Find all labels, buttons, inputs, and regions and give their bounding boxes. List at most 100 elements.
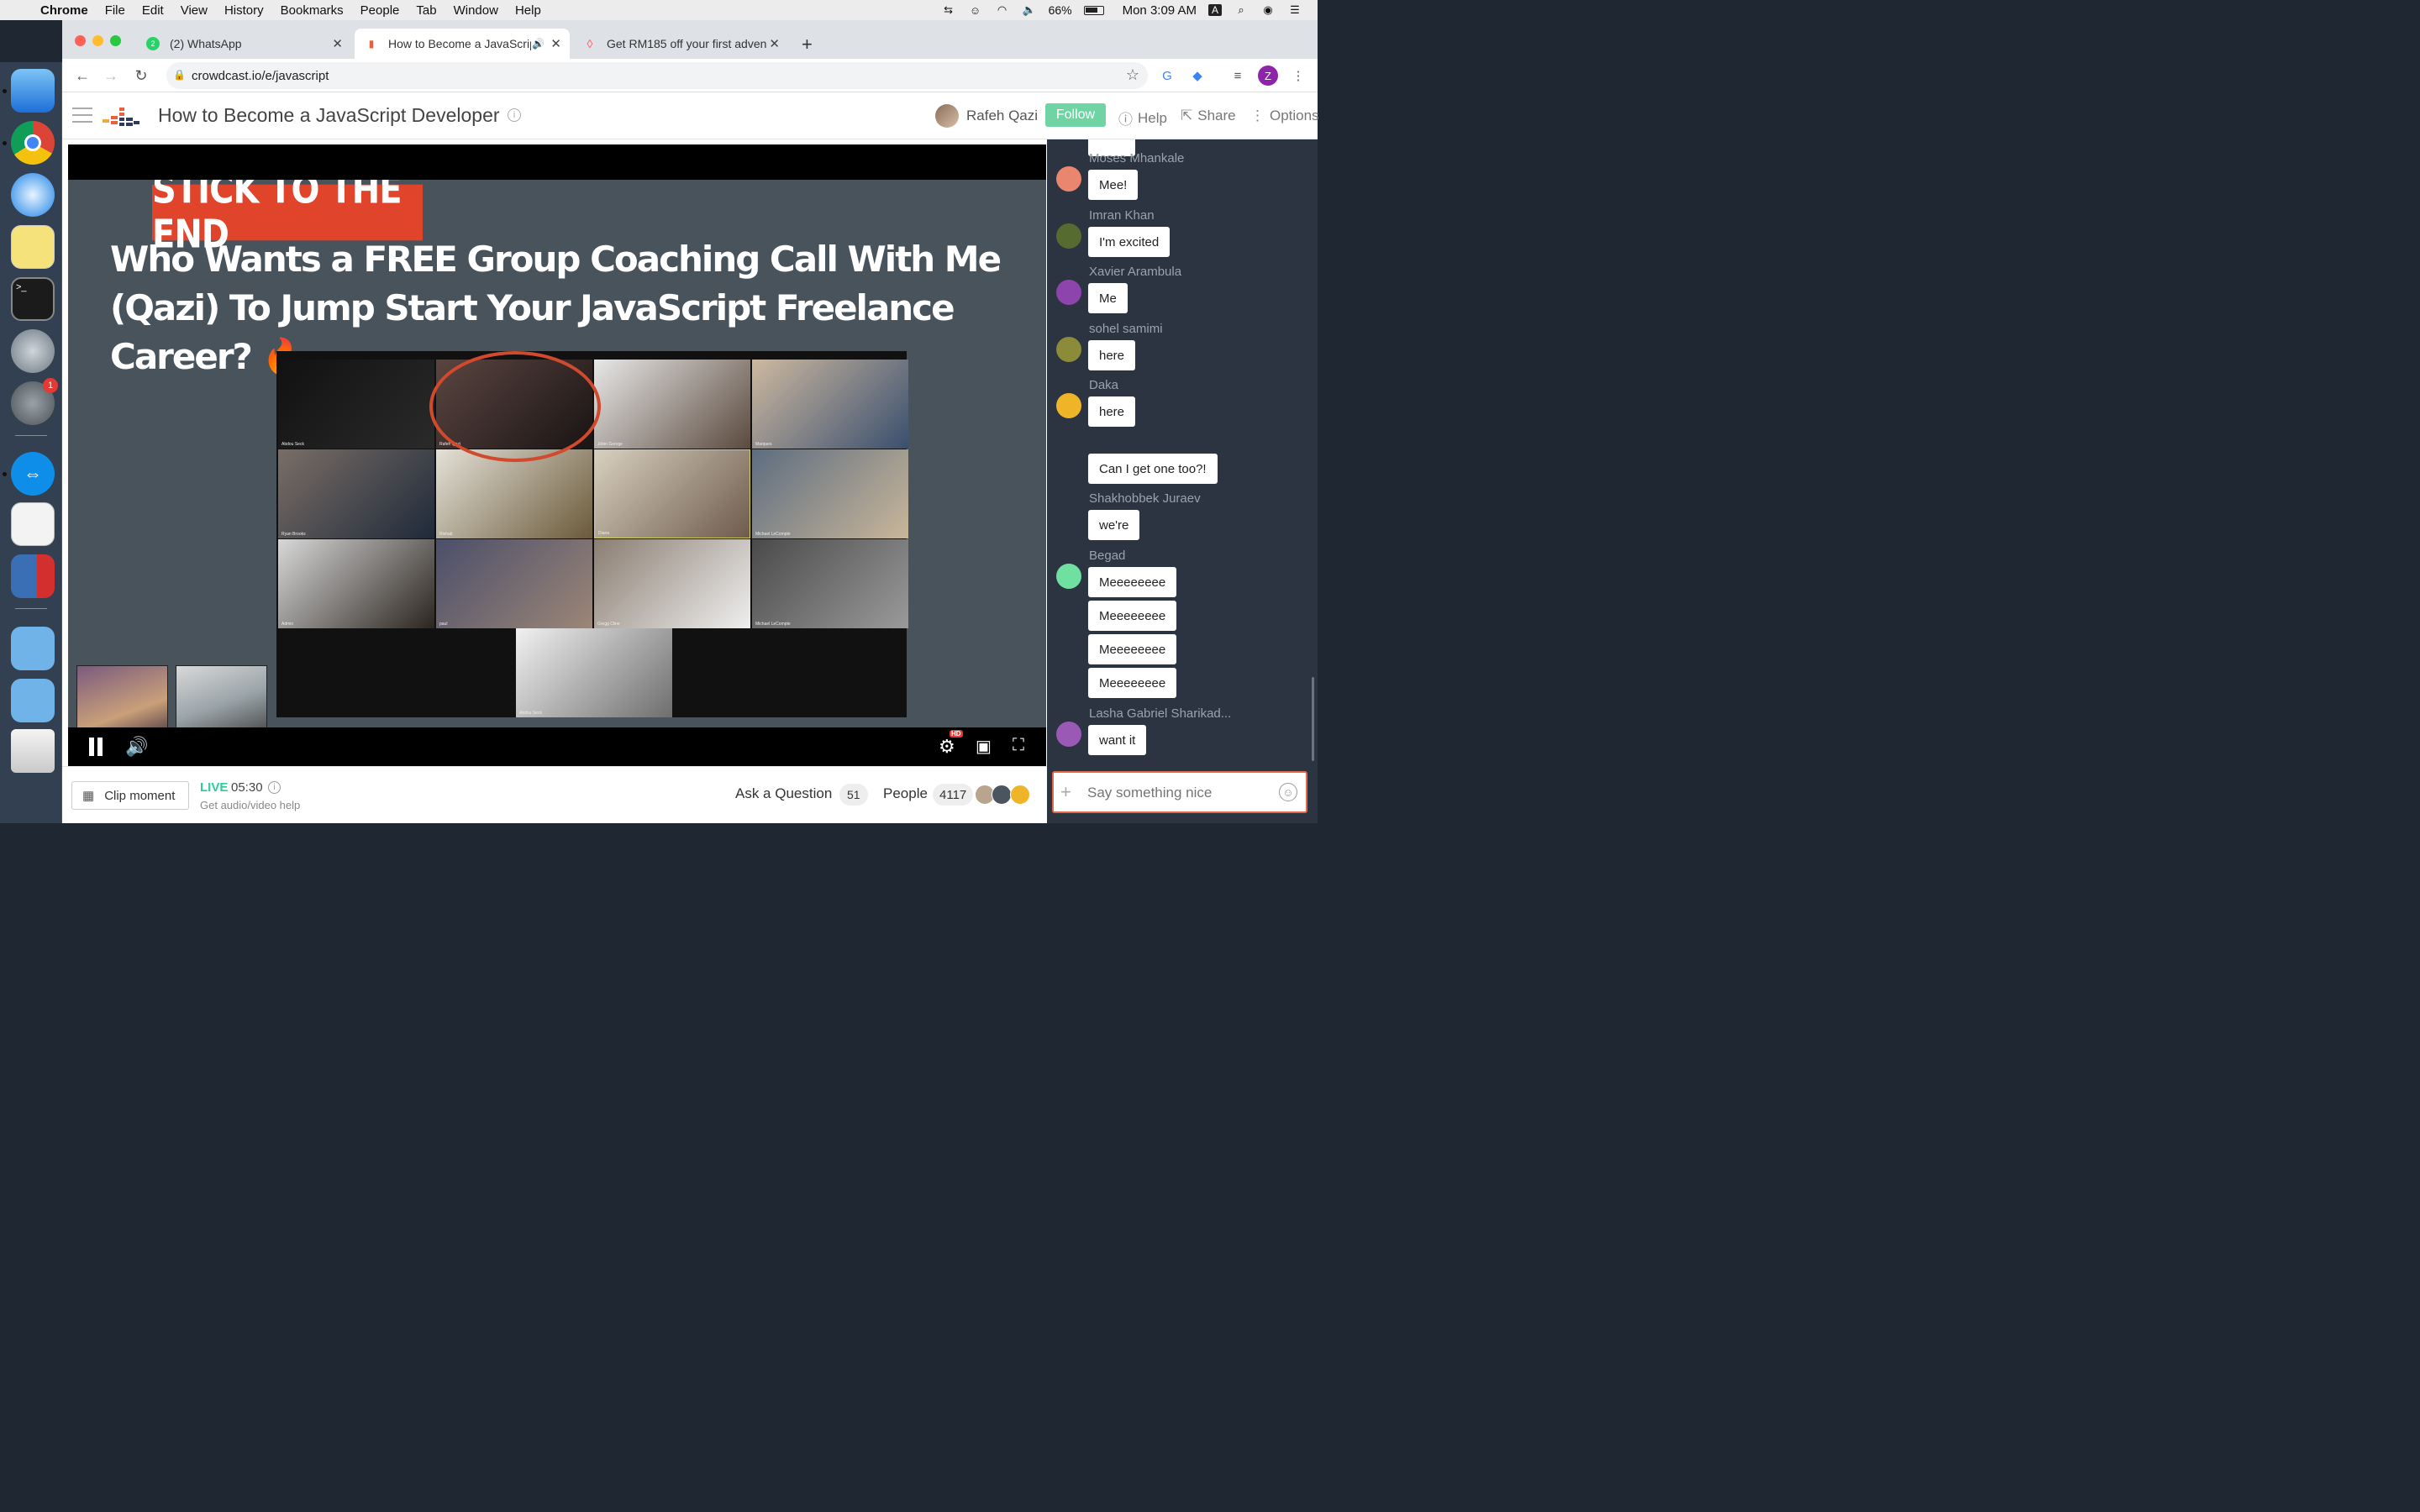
chat-scrollbar[interactable]: [1312, 677, 1314, 761]
media-controls-icon[interactable]: ≡: [1228, 66, 1248, 86]
chat-username[interactable]: Shakhobbek Juraev: [1089, 491, 1201, 506]
volume-icon[interactable]: 🔊: [125, 736, 148, 758]
menu-history[interactable]: History: [216, 3, 272, 18]
volume-icon[interactable]: 🔈: [1022, 3, 1037, 17]
launchpad-icon[interactable]: [11, 329, 55, 373]
notes-icon[interactable]: [11, 225, 55, 269]
host-avatar[interactable]: [935, 104, 959, 128]
menubar-clock[interactable]: Mon 3:09 AM: [1123, 3, 1197, 18]
tab-title: How to Become a JavaScrip: [388, 37, 531, 50]
safari-icon[interactable]: [11, 173, 55, 217]
user-avatar[interactable]: [1056, 166, 1081, 192]
live-info-icon[interactable]: i: [268, 781, 281, 794]
forward-arrow-icon[interactable]: →: [101, 66, 121, 86]
menu-bookmarks[interactable]: Bookmarks: [272, 3, 352, 18]
ask-question-button[interactable]: Ask a Question: [735, 785, 832, 802]
window-close-button[interactable]: [75, 35, 86, 46]
parallels-icon[interactable]: [11, 554, 55, 598]
menu-app-chrome[interactable]: Chrome: [35, 3, 97, 18]
host-name[interactable]: Rafeh Qazi: [966, 108, 1038, 124]
profile-avatar[interactable]: Z: [1258, 66, 1278, 86]
emoji-icon[interactable]: ☺: [1279, 783, 1297, 801]
chat-bubble: Can I get one too?!: [1088, 454, 1218, 484]
battery-icon[interactable]: [1083, 5, 1104, 15]
teamviewer-icon[interactable]: ⇔: [11, 452, 55, 496]
user-avatar[interactable]: [1056, 722, 1081, 747]
tab-audio-icon[interactable]: 🔊: [532, 38, 544, 50]
tab-crowdcast[interactable]: ▮ How to Become a JavaScrip 🔊 ✕: [355, 29, 570, 59]
new-tab-button[interactable]: +: [802, 34, 813, 55]
user-avatar[interactable]: [1056, 337, 1081, 362]
reload-icon[interactable]: ↻: [131, 66, 151, 86]
audio-video-help-link[interactable]: Get audio/video help: [200, 799, 300, 811]
trash-icon[interactable]: [11, 729, 55, 773]
tab-strip: 2 (2) WhatsApp ✕ ▮ How to Become a JavaS…: [62, 20, 1318, 59]
chat-username[interactable]: Daka: [1089, 378, 1118, 392]
info-icon[interactable]: i: [508, 108, 521, 122]
teamviewer-status-icon[interactable]: ⇆: [941, 3, 956, 17]
participant-name: Jobin George: [597, 442, 623, 447]
input-source-icon[interactable]: A: [1207, 4, 1222, 16]
live-timer: 05:30: [231, 780, 263, 795]
chat-username[interactable]: Lasha Gabriel Sharikad...: [1089, 706, 1231, 721]
menu-people[interactable]: People: [352, 3, 408, 18]
menu-edit[interactable]: Edit: [134, 3, 172, 18]
window-minimize-button[interactable]: [92, 35, 103, 46]
share-link[interactable]: ⇱ Share: [1181, 108, 1236, 124]
chat-username[interactable]: Begad: [1089, 549, 1125, 563]
tab-close-icon[interactable]: ✕: [332, 36, 343, 51]
user-avatar[interactable]: [1056, 280, 1081, 305]
system-preferences-icon[interactable]: 1: [11, 378, 58, 425]
chat-message-input[interactable]: [1087, 785, 1272, 801]
textedit-icon[interactable]: [11, 502, 55, 546]
tab-whatsapp[interactable]: 2 (2) WhatsApp ✕: [136, 29, 351, 59]
chat-username[interactable]: Xavier Arambula: [1089, 265, 1181, 279]
user-avatar[interactable]: [1056, 223, 1081, 249]
terminal-icon[interactable]: >_: [11, 277, 55, 321]
applications-folder-icon[interactable]: [11, 627, 55, 670]
finder-icon[interactable]: [11, 69, 55, 113]
attach-plus-icon[interactable]: +: [1060, 781, 1071, 803]
fullscreen-icon[interactable]: ⛶: [1013, 736, 1024, 755]
chat-username[interactable]: Imran Khan: [1089, 208, 1155, 223]
chrome-icon[interactable]: [11, 121, 55, 165]
back-arrow-icon[interactable]: ←: [72, 66, 92, 86]
siri-icon[interactable]: ◉: [1260, 3, 1276, 17]
translate-extension-icon[interactable]: G: [1157, 66, 1177, 86]
picture-in-picture-icon[interactable]: ▣: [976, 736, 992, 757]
tab-close-icon[interactable]: ✕: [769, 36, 780, 51]
clip-moment-button[interactable]: ▦ Clip moment: [71, 781, 189, 810]
user-avatar[interactable]: [1056, 393, 1081, 418]
settings-gear-icon[interactable]: ⚙: [939, 736, 955, 758]
spotlight-search-icon[interactable]: ⌕: [1234, 3, 1249, 17]
tab-airbnb[interactable]: ◊ Get RM185 off your first adven ✕: [573, 29, 788, 59]
extension-icon[interactable]: ◆: [1187, 66, 1207, 86]
people-button[interactable]: People: [883, 785, 928, 802]
help-link[interactable]: ⓘ Help: [1118, 108, 1167, 129]
chat-username[interactable]: sohel samimi: [1089, 322, 1163, 336]
wifi-icon[interactable]: ◠: [995, 3, 1010, 17]
notification-center-icon[interactable]: ☰: [1287, 3, 1302, 17]
alien-status-icon[interactable]: ☺: [968, 3, 983, 17]
user-avatar[interactable]: [1056, 564, 1081, 589]
options-link[interactable]: ⋮ Options: [1250, 108, 1319, 124]
lock-icon[interactable]: 🔒: [173, 69, 186, 81]
window-zoom-button[interactable]: [110, 35, 121, 46]
pause-button[interactable]: [87, 736, 105, 758]
address-bar[interactable]: 🔒 crowdcast.io/e/javascript ☆: [166, 62, 1148, 89]
downloads-folder-icon[interactable]: [11, 679, 55, 722]
attendee-avatar[interactable]: [1010, 785, 1030, 805]
menu-file[interactable]: File: [97, 3, 134, 18]
menu-help[interactable]: Help: [507, 3, 550, 18]
bookmark-star-icon[interactable]: ☆: [1126, 66, 1139, 84]
follow-button[interactable]: Follow: [1045, 103, 1106, 127]
menu-tab[interactable]: Tab: [408, 3, 445, 18]
menu-view[interactable]: View: [172, 3, 216, 18]
hamburger-menu-icon[interactable]: [72, 108, 92, 123]
attendee-avatar[interactable]: [992, 785, 1012, 805]
chrome-menu-icon[interactable]: ⋮: [1288, 66, 1308, 86]
video-player[interactable]: STICK TO THE END Who Wants a FREE Group …: [68, 144, 1046, 766]
menu-window[interactable]: Window: [445, 3, 507, 18]
chat-username[interactable]: Moses Mhankale: [1089, 151, 1184, 165]
tab-close-icon[interactable]: ✕: [550, 36, 561, 51]
